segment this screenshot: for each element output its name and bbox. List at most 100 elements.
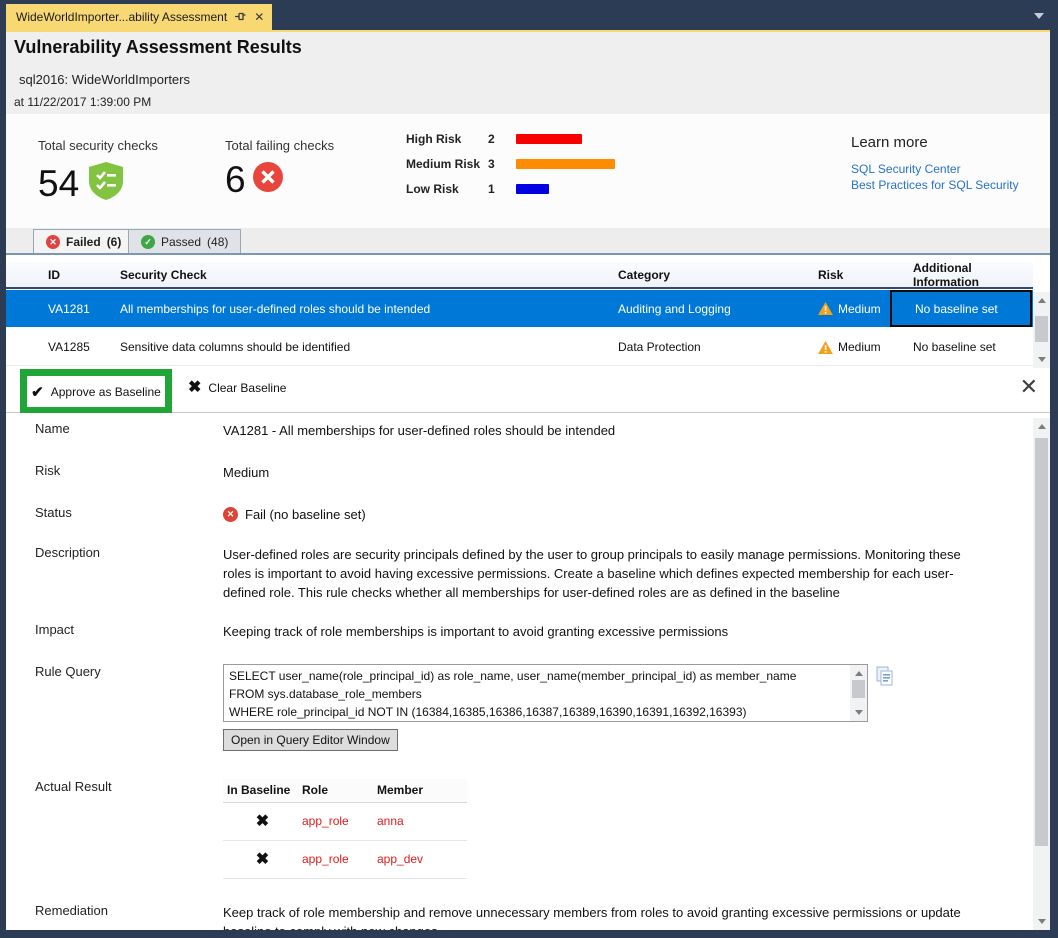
impact-label: Impact <box>6 622 223 641</box>
failed-tab-label: Failed <box>66 235 101 249</box>
cell-id: VA1281 <box>6 302 114 316</box>
cell-id: VA1285 <box>6 340 114 354</box>
passed-check-icon: ✓ <box>141 235 155 249</box>
medium-risk-bar <box>516 159 615 169</box>
cell-additional-info-focused[interactable]: No baseline set <box>890 290 1032 327</box>
copy-icon[interactable] <box>876 666 894 691</box>
cell-category: Data Protection <box>612 340 812 354</box>
result-tabstrip: ✕ Failed (6) ✓ Passed (48) <box>6 228 1050 255</box>
high-risk-count: 2 <box>488 132 516 146</box>
col-security-check[interactable]: Security Check <box>114 268 612 282</box>
grid-scrollbar[interactable] <box>1033 292 1050 368</box>
member-value: anna <box>377 812 467 831</box>
table-row[interactable]: VA1281 All memberships for user-defined … <box>6 290 1033 327</box>
failing-checks-label: Total failing checks <box>225 138 334 153</box>
name-label: Name <box>6 421 223 440</box>
grid-header-row: ID Security Check Category Risk Addition… <box>6 262 1033 289</box>
scroll-up-icon[interactable] <box>1033 292 1050 309</box>
col-id[interactable]: ID <box>6 268 114 282</box>
low-risk-bar <box>516 184 549 194</box>
open-in-query-editor-button[interactable]: Open in Query Editor Window <box>223 729 398 751</box>
cell-additional-info: No baseline set <box>890 340 1032 354</box>
document-tab-title: WideWorldImporter...ability Assessment <box>16 10 227 24</box>
failing-checks-value: 6 <box>225 161 246 198</box>
scroll-down-icon[interactable] <box>850 704 867 721</box>
summary-band: Total security checks 54 Total failing c… <box>6 114 1050 228</box>
query-scrollbar-thumb[interactable] <box>852 680 865 698</box>
col-member: Member <box>377 781 467 800</box>
low-risk-label: Low Risk <box>406 182 488 196</box>
details-close-icon[interactable]: ✕ <box>1020 376 1038 398</box>
tab-close-icon[interactable]: ✕ <box>254 11 264 23</box>
status-label: Status <box>6 505 223 524</box>
clear-baseline-button[interactable]: ✖ Clear Baseline <box>188 380 286 396</box>
query-scrollbar[interactable] <box>850 665 867 721</box>
tab-passed[interactable]: ✓ Passed (48) <box>128 229 241 253</box>
total-checks-group: Total security checks 54 <box>38 138 158 206</box>
check-icon: ✔ <box>31 383 44 401</box>
remediation-value: Keep track of role membership and remove… <box>223 903 989 930</box>
total-checks-value: 54 <box>38 165 79 202</box>
col-category[interactable]: Category <box>612 268 812 282</box>
col-in-baseline: In Baseline <box>223 781 302 800</box>
fail-circle-icon <box>252 161 284 198</box>
actual-result-label: Actual Result <box>6 779 223 879</box>
rule-query-box[interactable]: SELECT user_name(role_principal_id) as r… <box>223 664 868 722</box>
status-fail-icon: ✕ <box>223 507 238 522</box>
result-table-header: In Baseline Role Member <box>223 779 467 803</box>
cell-security-check: Sensitive data columns should be identif… <box>114 340 612 354</box>
pin-icon[interactable] <box>235 11 246 24</box>
passed-tab-count: (48) <box>207 235 228 249</box>
risk-label: Risk <box>6 463 223 482</box>
passed-tab-label: Passed <box>161 235 201 249</box>
page-header: Vulnerability Assessment Results sql2016… <box>6 32 1050 114</box>
clear-baseline-label: Clear Baseline <box>208 381 286 395</box>
grid-scrollbar-thumb[interactable] <box>1035 316 1048 342</box>
risk-value: Medium <box>223 463 989 482</box>
not-in-baseline-icon: ✖ <box>223 812 302 831</box>
link-best-practices[interactable]: Best Practices for SQL Security <box>851 177 1019 193</box>
impact-value: Keeping track of role memberships is imp… <box>223 622 989 641</box>
total-checks-label: Total security checks <box>38 138 158 153</box>
rule-query-label: Rule Query <box>6 664 223 751</box>
cell-security-check: All memberships for user-defined roles s… <box>114 302 612 316</box>
table-row[interactable]: VA1285 Sensitive data columns should be … <box>6 329 1033 366</box>
high-risk-label: High Risk <box>406 132 488 146</box>
shield-checklist-icon <box>85 161 127 206</box>
remediation-label: Remediation <box>6 903 223 930</box>
scroll-down-icon[interactable] <box>1033 913 1050 930</box>
document-tabstrip: WideWorldImporter...ability Assessment ✕ <box>0 0 1058 30</box>
col-additional-information[interactable]: Additional Information <box>890 261 1032 289</box>
medium-risk-label: Medium Risk <box>406 157 488 171</box>
query-line: WHERE role_principal_id NOT IN (16384,16… <box>229 703 845 721</box>
details-scrollbar[interactable] <box>1033 418 1050 930</box>
tab-failed[interactable]: ✕ Failed (6) <box>33 229 134 253</box>
details-scrollbar-thumb[interactable] <box>1035 438 1048 846</box>
link-sql-security-center[interactable]: SQL Security Center <box>851 161 1019 177</box>
query-line: SELECT user_name(role_principal_id) as r… <box>229 667 845 685</box>
assessment-pane: Vulnerability Assessment Results sql2016… <box>6 32 1050 930</box>
low-risk-row: Low Risk 1 <box>406 176 615 201</box>
member-value: app_dev <box>377 850 467 869</box>
failed-tab-count: (6) <box>107 235 122 249</box>
approve-as-baseline-button[interactable]: ✔ Approve as Baseline <box>20 369 172 414</box>
list-item: ✖ app_role app_dev <box>223 841 467 879</box>
warning-triangle-icon <box>818 302 833 315</box>
page-title: Vulnerability Assessment Results <box>14 37 302 58</box>
warning-triangle-icon <box>818 341 833 354</box>
status-value: Fail (no baseline set) <box>245 505 366 524</box>
scroll-down-icon[interactable] <box>1033 351 1050 368</box>
cell-risk: Medium <box>812 302 890 316</box>
scroll-up-icon[interactable] <box>1033 418 1050 435</box>
col-risk[interactable]: Risk <box>812 268 890 282</box>
query-line: FROM sys.database_role_members <box>229 685 845 703</box>
server-database-label: sql2016: WideWorldImporters <box>19 72 190 87</box>
x-icon: ✖ <box>188 380 201 396</box>
document-tab[interactable]: WideWorldImporter...ability Assessment ✕ <box>6 4 272 30</box>
description-label: Description <box>6 545 223 602</box>
failing-checks-group: Total failing checks 6 <box>225 138 334 198</box>
medium-risk-count: 3 <box>488 157 516 171</box>
tab-list-dropdown-icon[interactable] <box>1034 13 1044 19</box>
actual-result-table: In Baseline Role Member ✖ app_role anna … <box>223 779 467 879</box>
learn-more-title: Learn more <box>851 134 1019 151</box>
